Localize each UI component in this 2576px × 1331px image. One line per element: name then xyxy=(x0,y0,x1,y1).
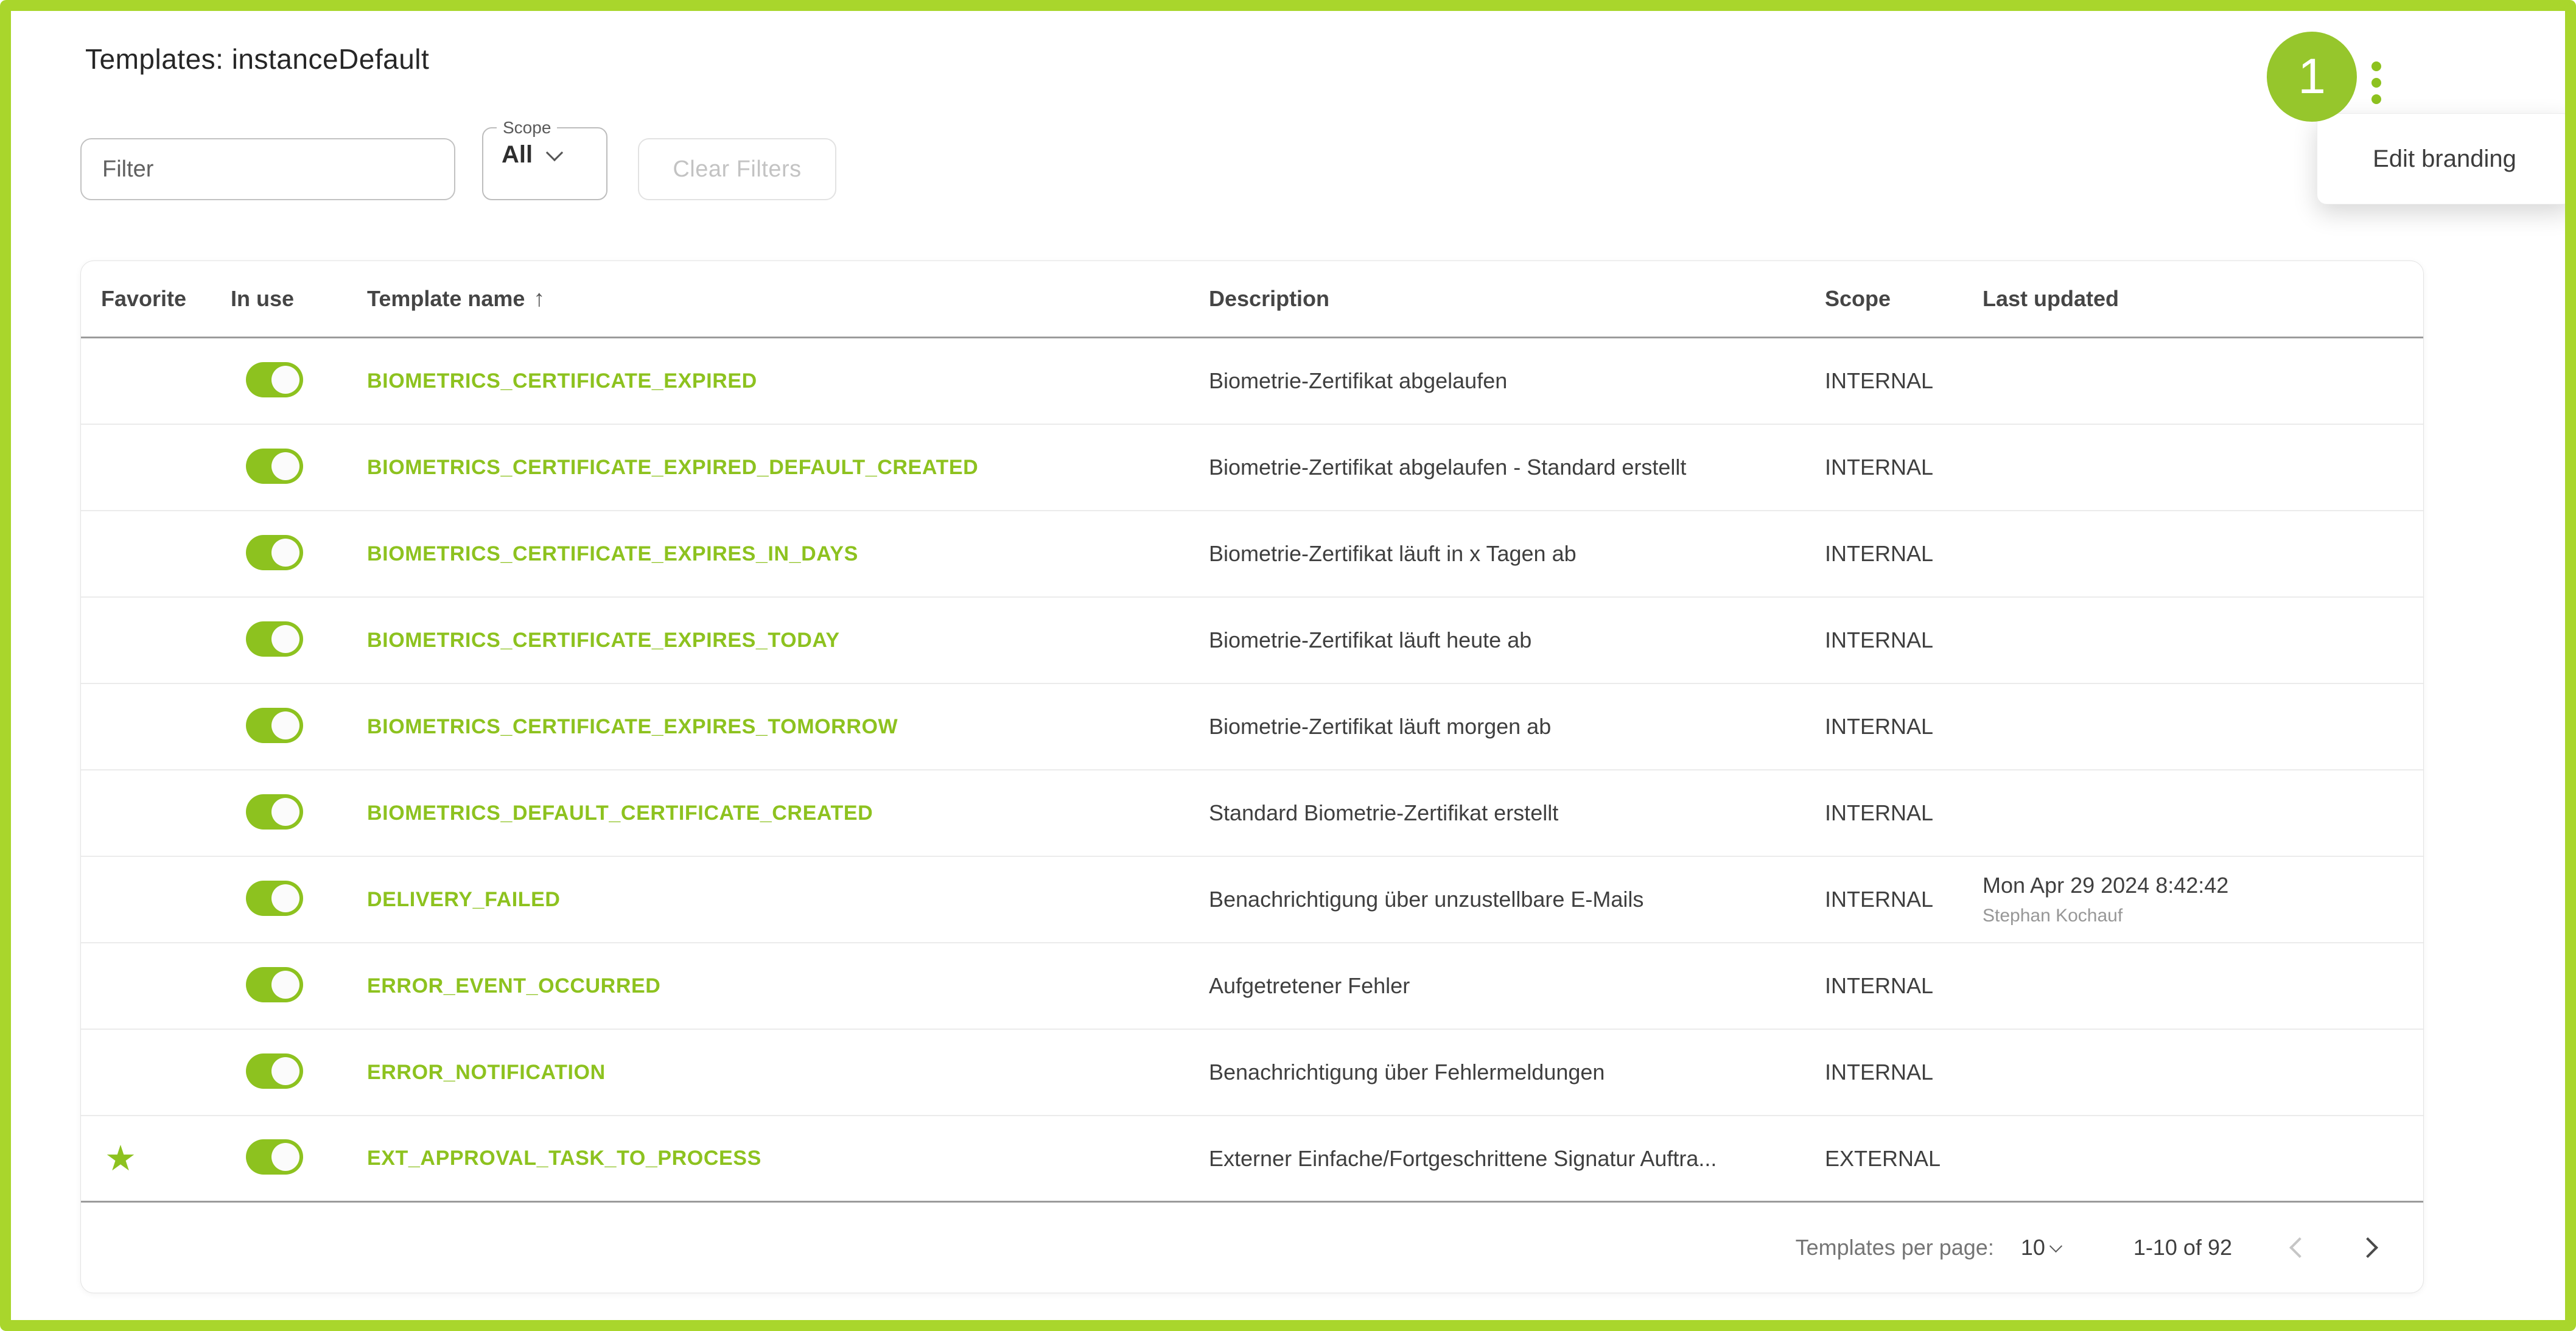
scope-cell: INTERNAL xyxy=(1805,455,1962,480)
kebab-dot-icon xyxy=(2371,61,2381,71)
template-name-link[interactable]: BIOMETRICS_CERTIFICATE_EXPIRES_TOMORROW xyxy=(347,715,1189,739)
last-updated-author: Stephan Kochauf xyxy=(1983,906,2423,926)
scope-cell: INTERNAL xyxy=(1805,973,1962,999)
table-pagination: Templates per page: 10 1-10 of 92 xyxy=(81,1203,2423,1293)
description-cell: Biometrie-Zertifikat läuft morgen ab xyxy=(1189,714,1805,739)
last-updated-date: Mon Apr 29 2024 8:42:42 xyxy=(1983,873,2423,898)
in-use-toggle[interactable] xyxy=(246,449,303,484)
template-name-link[interactable]: BIOMETRICS_CERTIFICATE_EXPIRED xyxy=(347,369,1189,393)
in-use-toggle[interactable] xyxy=(246,967,303,1002)
table-row: DELIVERY_FAILED Benachrichtigung über un… xyxy=(81,857,2423,943)
table-row: BIOMETRICS_CERTIFICATE_EXPIRED_DEFAULT_C… xyxy=(81,425,2423,511)
template-name-link[interactable]: EXT_APPROVAL_TASK_TO_PROCESS xyxy=(347,1147,1189,1170)
scope-cell: INTERNAL xyxy=(1805,627,1962,653)
scope-cell: INTERNAL xyxy=(1805,714,1962,739)
table-row: ERROR_EVENT_OCCURRED Aufgetretener Fehle… xyxy=(81,943,2423,1030)
scope-cell: INTERNAL xyxy=(1805,1060,1962,1085)
last-updated-cell: Mon Apr 29 2024 8:42:42 Stephan Kochauf xyxy=(1962,873,2423,926)
template-name-link[interactable]: BIOMETRICS_CERTIFICATE_EXPIRES_IN_DAYS xyxy=(347,542,1189,566)
scope-cell: EXTERNAL xyxy=(1805,1146,1962,1172)
scope-dropdown[interactable]: Scope All xyxy=(482,118,607,200)
chevron-left-icon xyxy=(2289,1237,2310,1258)
next-page-button[interactable] xyxy=(2340,1220,2395,1275)
scope-dropdown-label: Scope xyxy=(497,118,557,138)
table-row: ★ EXT_APPROVAL_TASK_TO_PROCESS Externer … xyxy=(81,1116,2423,1203)
kebab-dot-icon xyxy=(2371,94,2381,104)
in-use-toggle[interactable] xyxy=(246,621,303,657)
clear-filters-button[interactable]: Clear Filters xyxy=(638,138,836,200)
column-header-favorite: Favorite xyxy=(81,286,211,312)
kebab-menu-button[interactable] xyxy=(2352,46,2401,119)
table-header-row: Favorite In use Template name ↑ Descript… xyxy=(81,261,2423,338)
template-name-link[interactable]: ERROR_EVENT_OCCURRED xyxy=(347,974,1189,998)
scope-cell: INTERNAL xyxy=(1805,541,1962,567)
column-header-last-updated: Last updated xyxy=(1962,286,2423,312)
column-header-in-use: In use xyxy=(211,286,347,312)
scope-dropdown-value[interactable]: All xyxy=(502,141,533,169)
column-header-description: Description xyxy=(1189,286,1805,312)
description-cell: Biometrie-Zertifikat läuft heute ab xyxy=(1189,627,1805,653)
sort-ascending-icon[interactable]: ↑ xyxy=(533,286,545,312)
in-use-toggle[interactable] xyxy=(246,1139,303,1175)
table-row: BIOMETRICS_CERTIFICATE_EXPIRES_TODAY Bio… xyxy=(81,598,2423,684)
in-use-toggle[interactable] xyxy=(246,1053,303,1089)
per-page-value[interactable]: 10 xyxy=(2021,1235,2045,1260)
description-cell: Benachrichtigung über unzustellbare E-Ma… xyxy=(1189,887,1805,912)
in-use-toggle[interactable] xyxy=(246,708,303,743)
page-title: Templates: instanceDefault xyxy=(85,43,429,75)
per-page-select[interactable]: 10 xyxy=(2021,1235,2060,1260)
in-use-toggle[interactable] xyxy=(246,794,303,830)
template-name-link[interactable]: BIOMETRICS_CERTIFICATE_EXPIRED_DEFAULT_C… xyxy=(347,456,1189,480)
template-name-link[interactable]: BIOMETRICS_DEFAULT_CERTIFICATE_CREATED xyxy=(347,802,1189,825)
description-cell: Biometrie-Zertifikat abgelaufen xyxy=(1189,368,1805,394)
previous-page-button[interactable] xyxy=(2272,1220,2327,1275)
description-cell: Biometrie-Zertifikat abgelaufen - Standa… xyxy=(1189,455,1805,480)
description-cell: Aufgetretener Fehler xyxy=(1189,973,1805,999)
context-menu: Edit branding xyxy=(2317,113,2572,204)
in-use-toggle[interactable] xyxy=(246,881,303,916)
scope-cell: INTERNAL xyxy=(1805,887,1962,912)
template-name-link[interactable]: BIOMETRICS_CERTIFICATE_EXPIRES_TODAY xyxy=(347,629,1189,652)
table-row: BIOMETRICS_CERTIFICATE_EXPIRES_TOMORROW … xyxy=(81,684,2423,770)
table-row: BIOMETRICS_CERTIFICATE_EXPIRED Biometrie… xyxy=(81,338,2423,425)
kebab-dot-icon xyxy=(2371,78,2381,88)
template-name-link[interactable]: ERROR_NOTIFICATION xyxy=(347,1061,1189,1085)
per-page-label: Templates per page: xyxy=(1796,1235,1994,1260)
scope-cell: INTERNAL xyxy=(1805,368,1962,394)
favorite-cell[interactable]: ★ xyxy=(81,1141,211,1176)
filter-input[interactable] xyxy=(80,138,455,200)
description-cell: Benachrichtigung über Fehlermeldungen xyxy=(1189,1060,1805,1085)
description-cell: Standard Biometrie-Zertifikat erstellt xyxy=(1189,800,1805,826)
pagination-range: 1-10 of 92 xyxy=(2133,1235,2232,1260)
templates-table: Favorite In use Template name ↑ Descript… xyxy=(80,260,2424,1293)
table-row: BIOMETRICS_DEFAULT_CERTIFICATE_CREATED S… xyxy=(81,770,2423,857)
description-cell: Biometrie-Zertifikat läuft in x Tagen ab xyxy=(1189,541,1805,567)
templates-page: Templates: instanceDefault Scope All Cle… xyxy=(0,0,2576,1331)
column-header-scope: Scope xyxy=(1805,286,1962,312)
annotation-badge: 1 xyxy=(2267,32,2357,122)
menu-item-edit-branding[interactable]: Edit branding xyxy=(2373,145,2516,173)
scope-cell: INTERNAL xyxy=(1805,800,1962,826)
chevron-down-icon xyxy=(546,144,563,161)
favorite-star-icon[interactable]: ★ xyxy=(105,1139,136,1178)
chevron-down-icon xyxy=(2049,1239,2062,1252)
description-cell: Externer Einfache/Fortgeschrittene Signa… xyxy=(1189,1146,1805,1172)
chevron-right-icon xyxy=(2357,1237,2378,1258)
in-use-toggle[interactable] xyxy=(246,535,303,570)
in-use-toggle[interactable] xyxy=(246,362,303,397)
template-name-link[interactable]: DELIVERY_FAILED xyxy=(347,888,1189,912)
table-row: BIOMETRICS_CERTIFICATE_EXPIRES_IN_DAYS B… xyxy=(81,511,2423,598)
table-row: ERROR_NOTIFICATION Benachrichtigung über… xyxy=(81,1030,2423,1116)
column-header-template-name[interactable]: Template name ↑ xyxy=(347,286,1189,312)
